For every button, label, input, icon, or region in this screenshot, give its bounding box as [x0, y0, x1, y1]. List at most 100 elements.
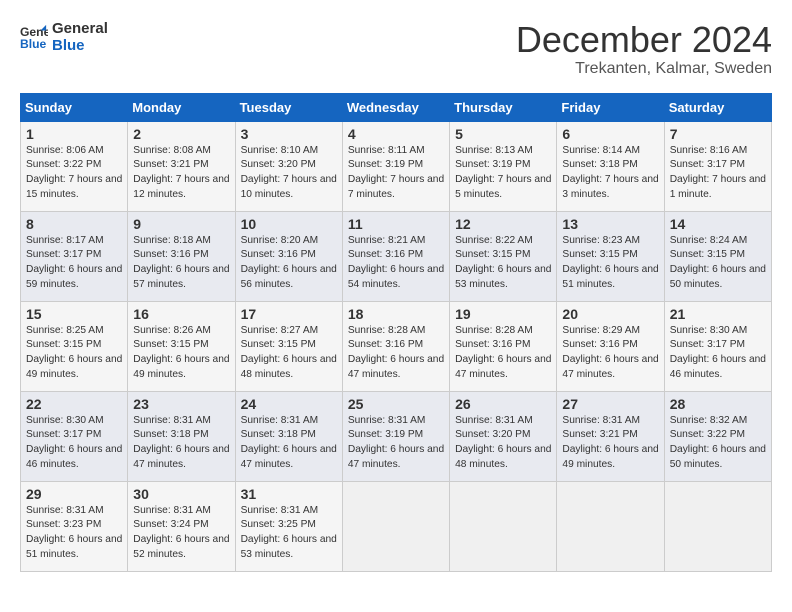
cell-info: Sunrise: 8:31 AMSunset: 3:21 PMDaylight:…: [562, 415, 658, 470]
calendar-cell: 23Sunrise: 8:31 AMSunset: 3:18 PMDayligh…: [128, 391, 235, 481]
calendar-cell: 18Sunrise: 8:28 AMSunset: 3:16 PMDayligh…: [342, 301, 449, 391]
calendar-table: SundayMondayTuesdayWednesdayThursdayFrid…: [20, 93, 772, 572]
weekday-header-friday: Friday: [557, 93, 664, 121]
cell-info: Sunrise: 8:30 AMSunset: 3:17 PMDaylight:…: [670, 325, 766, 380]
calendar-cell: 13 Sunrise: 8:23 AMSunset: 3:15 PMDayligh…: [557, 211, 664, 301]
day-number: 18: [348, 306, 444, 322]
cell-info: Sunrise: 8:31 AMSunset: 3:18 PMDaylight:…: [133, 415, 229, 470]
cell-info: Sunrise: 8:31 AMSunset: 3:20 PMDaylight:…: [455, 415, 551, 470]
day-number: 29: [26, 486, 122, 502]
cell-info: Sunrise: 8:31 AMSunset: 3:24 PMDaylight:…: [133, 505, 229, 560]
cell-info: Sunrise: 8:27 AMSunset: 3:15 PMDaylight:…: [241, 325, 337, 380]
cell-info: Sunrise: 8:11 AMSunset: 3:19 PMDaylight:…: [348, 145, 444, 200]
day-number: 31: [241, 486, 337, 502]
cell-info: Sunrise: 8:25 AMSunset: 3:15 PMDaylight:…: [26, 325, 122, 380]
title-block: December 2024 Trekanten, Kalmar, Sweden: [516, 20, 772, 78]
day-number: 25: [348, 396, 444, 412]
cell-info: Sunrise: 8:08 AMSunset: 3:21 PMDaylight:…: [133, 145, 229, 200]
calendar-cell: 7 Sunrise: 8:16 AMSunset: 3:17 PMDaylight…: [664, 121, 771, 211]
calendar-cell: 27 Sunrise: 8:31 AMSunset: 3:21 PMDayligh…: [557, 391, 664, 481]
cell-info: Sunrise: 8:31 AMSunset: 3:25 PMDaylight:…: [241, 505, 337, 560]
calendar-cell: 17 Sunrise: 8:27 AMSunset: 3:15 PMDayligh…: [235, 301, 342, 391]
calendar-cell: 10Sunrise: 8:20 AMSunset: 3:16 PMDayligh…: [235, 211, 342, 301]
cell-info: Sunrise: 8:14 AMSunset: 3:18 PMDaylight:…: [562, 145, 658, 200]
calendar-cell: 9Sunrise: 8:18 AMSunset: 3:16 PMDaylight…: [128, 211, 235, 301]
weekday-header-wednesday: Wednesday: [342, 93, 449, 121]
day-number: 4: [348, 126, 444, 142]
calendar-cell: 8 Sunrise: 8:17 AMSunset: 3:17 PMDaylight…: [21, 211, 128, 301]
day-number: 11: [348, 216, 444, 232]
cell-info: Sunrise: 8:31 AMSunset: 3:23 PMDaylight:…: [26, 505, 122, 560]
day-number: 22: [26, 396, 122, 412]
calendar-cell: 24Sunrise: 8:31 AMSunset: 3:18 PMDayligh…: [235, 391, 342, 481]
calendar-cell: 30 Sunrise: 8:31 AMSunset: 3:24 PMDayligh…: [128, 481, 235, 571]
logo-icon: General Blue: [20, 23, 48, 51]
cell-info: Sunrise: 8:31 AMSunset: 3:19 PMDaylight:…: [348, 415, 444, 470]
day-number: 28: [670, 396, 766, 412]
day-number: 30: [133, 486, 229, 502]
cell-info: Sunrise: 8:06 AMSunset: 3:22 PMDaylight:…: [26, 145, 122, 200]
cell-info: Sunrise: 8:17 AMSunset: 3:17 PMDaylight:…: [26, 235, 122, 290]
day-number: 21: [670, 306, 766, 322]
weekday-header-tuesday: Tuesday: [235, 93, 342, 121]
day-number: 15: [26, 306, 122, 322]
day-number: 27: [562, 396, 658, 412]
week-row-5: 29 Sunrise: 8:31 AMSunset: 3:23 PMDayligh…: [21, 481, 772, 571]
logo-line2: Blue: [52, 37, 108, 54]
svg-text:Blue: Blue: [20, 37, 47, 51]
cell-info: Sunrise: 8:21 AMSunset: 3:16 PMDaylight:…: [348, 235, 444, 290]
day-number: 14: [670, 216, 766, 232]
calendar-cell: 11 Sunrise: 8:21 AMSunset: 3:16 PMDayligh…: [342, 211, 449, 301]
calendar-cell: 28 Sunrise: 8:32 AMSunset: 3:22 PMDayligh…: [664, 391, 771, 481]
day-number: 8: [26, 216, 122, 232]
calendar-cell: [450, 481, 557, 571]
calendar-cell: 21 Sunrise: 8:30 AMSunset: 3:17 PMDayligh…: [664, 301, 771, 391]
calendar-cell: 4 Sunrise: 8:11 AMSunset: 3:19 PMDaylight…: [342, 121, 449, 211]
weekday-header-sunday: Sunday: [21, 93, 128, 121]
cell-info: Sunrise: 8:24 AMSunset: 3:15 PMDaylight:…: [670, 235, 766, 290]
cell-info: Sunrise: 8:18 AMSunset: 3:16 PMDaylight:…: [133, 235, 229, 290]
cell-info: Sunrise: 8:30 AMSunset: 3:17 PMDaylight:…: [26, 415, 122, 470]
calendar-cell: 12Sunrise: 8:22 AMSunset: 3:15 PMDayligh…: [450, 211, 557, 301]
calendar-cell: 3 Sunrise: 8:10 AMSunset: 3:20 PMDaylight…: [235, 121, 342, 211]
day-number: 13: [562, 216, 658, 232]
calendar-body: 1 Sunrise: 8:06 AMSunset: 3:22 PMDaylight…: [21, 121, 772, 571]
calendar-cell: 6 Sunrise: 8:14 AMSunset: 3:18 PMDaylight…: [557, 121, 664, 211]
location: Trekanten, Kalmar, Sweden: [516, 60, 772, 78]
weekday-header-monday: Monday: [128, 93, 235, 121]
day-number: 12: [455, 216, 551, 232]
day-number: 1: [26, 126, 122, 142]
day-number: 20: [562, 306, 658, 322]
calendar-header-row: SundayMondayTuesdayWednesdayThursdayFrid…: [21, 93, 772, 121]
cell-info: Sunrise: 8:32 AMSunset: 3:22 PMDaylight:…: [670, 415, 766, 470]
weekday-header-saturday: Saturday: [664, 93, 771, 121]
calendar-cell: 15 Sunrise: 8:25 AMSunset: 3:15 PMDayligh…: [21, 301, 128, 391]
day-number: 10: [241, 216, 337, 232]
day-number: 17: [241, 306, 337, 322]
calendar-cell: 29 Sunrise: 8:31 AMSunset: 3:23 PMDayligh…: [21, 481, 128, 571]
page-header: General Blue General Blue December 2024 …: [20, 20, 772, 78]
day-number: 6: [562, 126, 658, 142]
calendar-cell: 16Sunrise: 8:26 AMSunset: 3:15 PMDayligh…: [128, 301, 235, 391]
cell-info: Sunrise: 8:29 AMSunset: 3:16 PMDaylight:…: [562, 325, 658, 380]
calendar-cell: 25 Sunrise: 8:31 AMSunset: 3:19 PMDayligh…: [342, 391, 449, 481]
day-number: 5: [455, 126, 551, 142]
day-number: 2: [133, 126, 229, 142]
day-number: 7: [670, 126, 766, 142]
calendar-cell: 1 Sunrise: 8:06 AMSunset: 3:22 PMDaylight…: [21, 121, 128, 211]
day-number: 16: [133, 306, 229, 322]
day-number: 26: [455, 396, 551, 412]
logo: General Blue General Blue: [20, 20, 108, 54]
day-number: 3: [241, 126, 337, 142]
week-row-4: 22 Sunrise: 8:30 AMSunset: 3:17 PMDayligh…: [21, 391, 772, 481]
week-row-3: 15 Sunrise: 8:25 AMSunset: 3:15 PMDayligh…: [21, 301, 772, 391]
cell-info: Sunrise: 8:31 AMSunset: 3:18 PMDaylight:…: [241, 415, 337, 470]
calendar-cell: [664, 481, 771, 571]
calendar-cell: [557, 481, 664, 571]
cell-info: Sunrise: 8:23 AMSunset: 3:15 PMDaylight:…: [562, 235, 658, 290]
weekday-header-thursday: Thursday: [450, 93, 557, 121]
cell-info: Sunrise: 8:16 AMSunset: 3:17 PMDaylight:…: [670, 145, 766, 200]
cell-info: Sunrise: 8:10 AMSunset: 3:20 PMDaylight:…: [241, 145, 337, 200]
calendar-cell: 20 Sunrise: 8:29 AMSunset: 3:16 PMDayligh…: [557, 301, 664, 391]
week-row-2: 8 Sunrise: 8:17 AMSunset: 3:17 PMDaylight…: [21, 211, 772, 301]
